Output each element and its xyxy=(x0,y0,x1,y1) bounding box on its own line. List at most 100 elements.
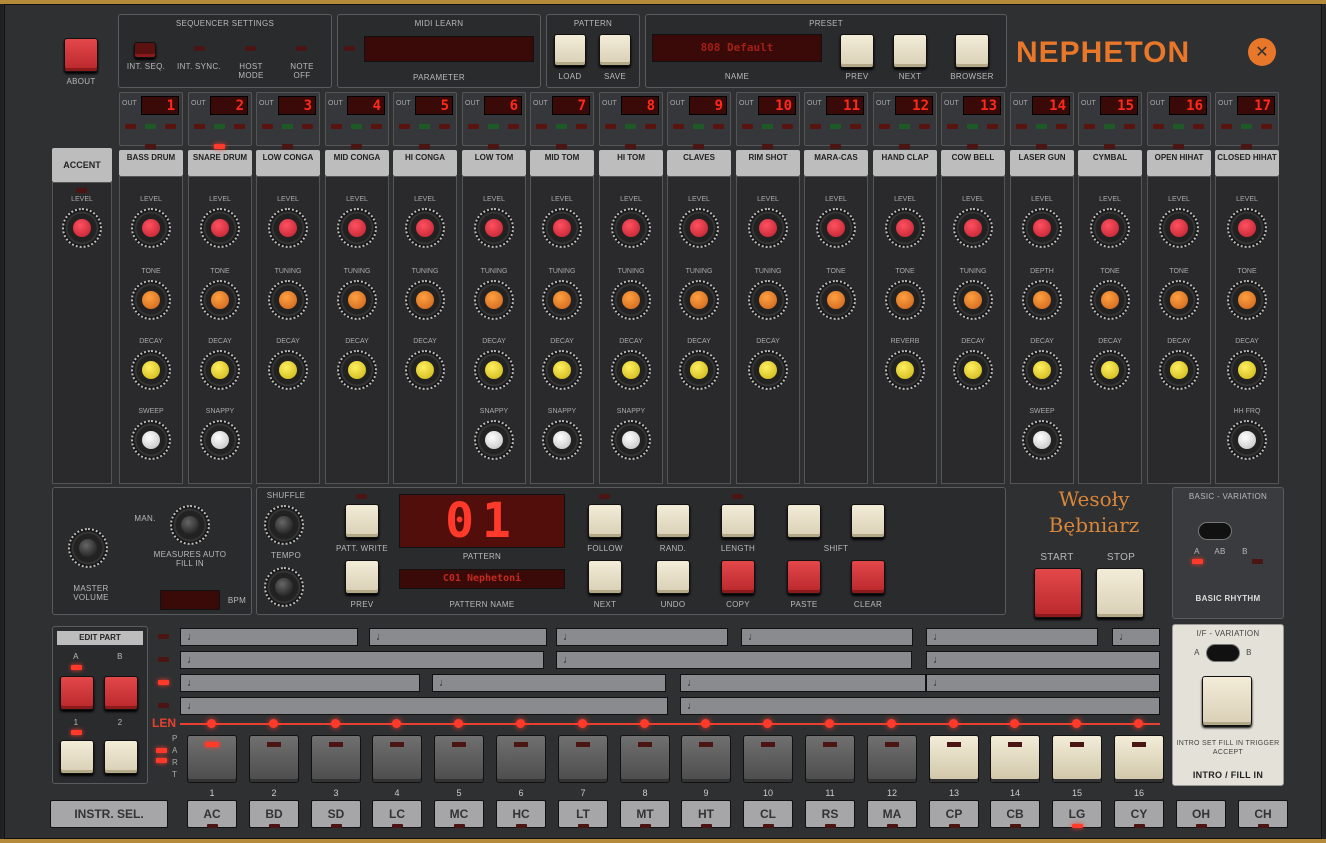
patt-write-button[interactable] xyxy=(345,504,379,538)
tone-knob[interactable] xyxy=(1090,280,1130,320)
level-knob[interactable] xyxy=(611,208,651,248)
master-volume-knob[interactable] xyxy=(68,528,108,568)
decay-knob[interactable] xyxy=(953,350,993,390)
decay-knob[interactable] xyxy=(200,350,240,390)
level-knob[interactable] xyxy=(1022,208,1062,248)
intro-fill-button[interactable] xyxy=(1202,676,1252,726)
step-button[interactable] xyxy=(496,735,546,783)
level-knob[interactable] xyxy=(1227,208,1267,248)
edit-part-1-button[interactable] xyxy=(60,740,94,774)
step-button[interactable] xyxy=(434,735,484,783)
decay-knob[interactable] xyxy=(405,350,445,390)
shift-left-button[interactable] xyxy=(787,504,821,538)
edit-part-2-button[interactable] xyxy=(104,740,138,774)
pattern-bar[interactable]: ♩ xyxy=(180,651,544,669)
output-number-display[interactable]: 15 xyxy=(1100,96,1138,115)
decay-knob[interactable] xyxy=(474,350,514,390)
level-knob[interactable] xyxy=(200,208,240,248)
decay-knob[interactable] xyxy=(611,350,651,390)
tone-knob[interactable] xyxy=(816,280,856,320)
pattern-bar[interactable]: ♩ xyxy=(369,628,547,646)
paste-button[interactable] xyxy=(787,560,821,594)
sweep-knob[interactable] xyxy=(1022,420,1062,460)
step-button[interactable] xyxy=(805,735,855,783)
start-button[interactable] xyxy=(1034,568,1082,618)
step-button[interactable] xyxy=(681,735,731,783)
snappy-knob[interactable] xyxy=(474,420,514,460)
pattern-bar[interactable]: ♩ xyxy=(180,697,668,715)
pattern-bar[interactable]: ♩ xyxy=(680,674,926,692)
level-knob[interactable] xyxy=(268,208,308,248)
edit-part-a-button[interactable] xyxy=(60,676,94,710)
output-number-display[interactable]: 13 xyxy=(963,96,1001,115)
tone-knob[interactable] xyxy=(131,280,171,320)
decay-knob[interactable] xyxy=(748,350,788,390)
tuning-knob[interactable] xyxy=(611,280,651,320)
level-knob[interactable] xyxy=(1090,208,1130,248)
pattern-prev-button[interactable] xyxy=(345,560,379,594)
level-knob[interactable] xyxy=(885,208,925,248)
step-button[interactable] xyxy=(990,735,1040,783)
level-knob[interactable] xyxy=(953,208,993,248)
length-button[interactable] xyxy=(721,504,755,538)
output-number-display[interactable]: 1 xyxy=(141,96,179,115)
snappy-knob[interactable] xyxy=(611,420,651,460)
follow-button[interactable] xyxy=(588,504,622,538)
level-knob[interactable] xyxy=(679,208,719,248)
tuning-knob[interactable] xyxy=(337,280,377,320)
tuning-knob[interactable] xyxy=(953,280,993,320)
pattern-next-button[interactable] xyxy=(588,560,622,594)
decay-knob[interactable] xyxy=(542,350,582,390)
output-number-display[interactable]: 17 xyxy=(1237,96,1275,115)
depth-knob[interactable] xyxy=(1022,280,1062,320)
level-knob[interactable] xyxy=(131,208,171,248)
step-button[interactable] xyxy=(1114,735,1164,783)
step-button[interactable] xyxy=(311,735,361,783)
if-variation-switch[interactable] xyxy=(1206,644,1240,662)
pattern-load-button[interactable] xyxy=(554,34,586,66)
pattern-bar[interactable]: ♩ xyxy=(926,628,1098,646)
output-number-display[interactable]: 6 xyxy=(484,96,522,115)
int-sync-led[interactable] xyxy=(194,46,205,51)
measures-knob[interactable] xyxy=(170,505,210,545)
step-button[interactable] xyxy=(249,735,299,783)
level-knob[interactable] xyxy=(405,208,445,248)
output-number-display[interactable]: 10 xyxy=(758,96,796,115)
pattern-bar[interactable]: ♩ xyxy=(556,628,728,646)
level-knob[interactable] xyxy=(816,208,856,248)
tuning-knob[interactable] xyxy=(474,280,514,320)
tone-knob[interactable] xyxy=(885,280,925,320)
tuning-knob[interactable] xyxy=(679,280,719,320)
output-number-display[interactable]: 2 xyxy=(210,96,248,115)
basic-variation-switch[interactable] xyxy=(1198,522,1232,540)
level-knob[interactable] xyxy=(474,208,514,248)
level-knob[interactable] xyxy=(748,208,788,248)
tone-knob[interactable] xyxy=(1227,280,1267,320)
shuffle-knob[interactable] xyxy=(264,505,304,545)
stop-button[interactable] xyxy=(1096,568,1144,618)
decay-knob[interactable] xyxy=(1159,350,1199,390)
output-number-display[interactable]: 11 xyxy=(826,96,864,115)
edit-part-b-button[interactable] xyxy=(104,676,138,710)
about-button[interactable] xyxy=(64,38,98,72)
pattern-bar[interactable]: ♩ xyxy=(680,697,1160,715)
output-number-display[interactable]: 5 xyxy=(415,96,453,115)
note-off-led[interactable] xyxy=(296,46,307,51)
decay-knob[interactable] xyxy=(337,350,377,390)
host-mode-led[interactable] xyxy=(245,46,256,51)
tuning-knob[interactable] xyxy=(748,280,788,320)
rand-button[interactable] xyxy=(656,504,690,538)
pattern-bar[interactable]: ♩ xyxy=(180,674,420,692)
tone-knob[interactable] xyxy=(200,280,240,320)
output-number-display[interactable]: 9 xyxy=(689,96,727,115)
shift-right-button[interactable] xyxy=(851,504,885,538)
decay-knob[interactable] xyxy=(679,350,719,390)
tuning-knob[interactable] xyxy=(268,280,308,320)
preset-next-button[interactable] xyxy=(893,34,927,68)
step-button[interactable] xyxy=(187,735,237,783)
tempo-knob[interactable] xyxy=(264,567,304,607)
pattern-bar[interactable]: ♩ xyxy=(926,651,1160,669)
decay-knob[interactable] xyxy=(1227,350,1267,390)
pattern-bar[interactable]: ♩ xyxy=(556,651,912,669)
snappy-knob[interactable] xyxy=(200,420,240,460)
